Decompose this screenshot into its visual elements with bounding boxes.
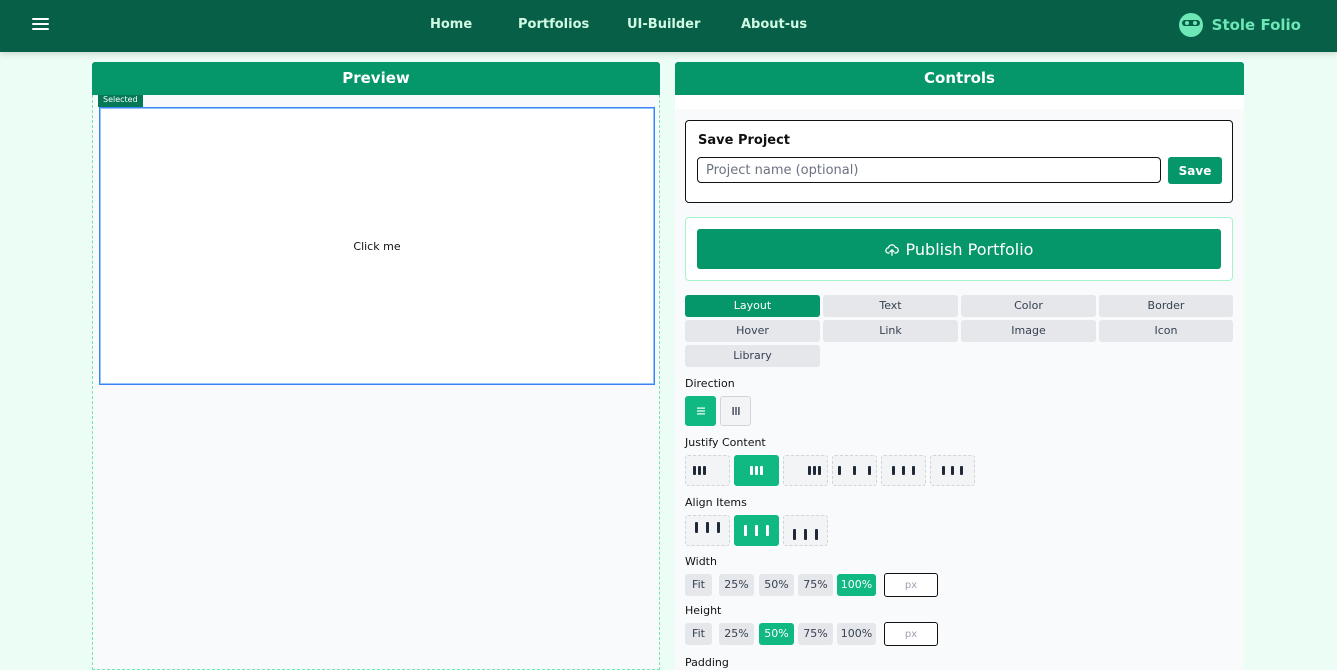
- height-25-button[interactable]: 25%: [719, 623, 754, 645]
- direction-column-icon: [732, 407, 739, 415]
- width-25-button[interactable]: 25%: [719, 574, 754, 596]
- width-75-button[interactable]: 75%: [798, 574, 833, 596]
- direction-label: Direction: [685, 377, 735, 390]
- tab-color[interactable]: Color: [961, 295, 1096, 317]
- align-end-icon: [793, 529, 818, 540]
- publish-card: Publish Portfolio: [685, 217, 1233, 281]
- height-px-input[interactable]: [884, 622, 938, 646]
- nav-link-ui-builder[interactable]: UI-Builder: [627, 17, 700, 32]
- nav-link-about-us[interactable]: About-us: [741, 17, 807, 32]
- align-start-icon: [695, 522, 720, 533]
- controls-title: Controls: [675, 62, 1244, 95]
- justify-start-icon: [693, 466, 706, 475]
- tab-icon[interactable]: Icon: [1099, 320, 1233, 342]
- width-px-input[interactable]: [884, 573, 938, 597]
- selected-element[interactable]: Click me: [99, 107, 655, 385]
- justify-between-button[interactable]: [832, 455, 877, 486]
- nav-link-portfolios[interactable]: Portfolios: [518, 17, 589, 32]
- height-fit-button[interactable]: Fit: [685, 623, 712, 645]
- selected-element-text[interactable]: Click me: [353, 240, 400, 253]
- publish-portfolio-label: Publish Portfolio: [905, 239, 1034, 259]
- preview-panel: Preview Selected Click me: [92, 62, 660, 670]
- height-50-button[interactable]: 50%: [759, 623, 794, 645]
- align-end-button[interactable]: [783, 515, 828, 546]
- tab-library[interactable]: Library: [685, 345, 820, 367]
- align-center-button[interactable]: [734, 515, 779, 546]
- tab-border[interactable]: Border: [1099, 295, 1233, 317]
- width-100-button[interactable]: 100%: [837, 574, 876, 596]
- align-start-button[interactable]: [685, 515, 730, 546]
- width-50-button[interactable]: 50%: [759, 574, 794, 596]
- padding-label: Padding: [685, 656, 729, 669]
- justify-evenly-button[interactable]: [930, 455, 975, 486]
- justify-end-button[interactable]: [783, 455, 828, 486]
- justify-end-icon: [808, 466, 821, 475]
- tab-text[interactable]: Text: [823, 295, 958, 317]
- justify-around-icon: [892, 466, 915, 475]
- preview-canvas[interactable]: Selected Click me: [92, 95, 660, 670]
- controls-panel: Controls Save Project Save Publish Portf…: [675, 62, 1244, 670]
- cloud-upload-icon: [884, 242, 899, 256]
- brand[interactable]: Stole Folio: [1178, 13, 1301, 37]
- width-label: Width: [685, 555, 717, 568]
- tab-link[interactable]: Link: [823, 320, 958, 342]
- height-100-button[interactable]: 100%: [837, 623, 876, 645]
- tab-hover[interactable]: Hover: [685, 320, 820, 342]
- justify-start-button[interactable]: [685, 455, 730, 486]
- save-project-title: Save Project: [698, 133, 791, 148]
- direction-row-icon: [696, 407, 705, 415]
- brand-logo-icon: [1178, 13, 1203, 37]
- width-fit-button[interactable]: Fit: [685, 574, 712, 596]
- save-project-card: Save Project Save: [685, 120, 1233, 203]
- justify-evenly-icon: [942, 466, 963, 475]
- menu-icon[interactable]: [32, 17, 49, 31]
- publish-portfolio-button[interactable]: Publish Portfolio: [697, 229, 1221, 269]
- align-center-icon: [744, 525, 769, 536]
- direction-column-button[interactable]: [720, 396, 751, 426]
- save-button[interactable]: Save: [1168, 157, 1222, 184]
- height-75-button[interactable]: 75%: [798, 623, 833, 645]
- selected-tag: Selected: [98, 95, 143, 107]
- justify-center-icon: [750, 466, 763, 475]
- justify-around-button[interactable]: [881, 455, 926, 486]
- justify-between-icon: [838, 466, 871, 475]
- justify-content-label: Justify Content: [685, 436, 766, 449]
- direction-row-button[interactable]: [685, 396, 716, 426]
- nav-link-home[interactable]: Home: [430, 17, 472, 32]
- align-items-label: Align Items: [685, 496, 747, 509]
- justify-center-button[interactable]: [734, 455, 779, 486]
- height-label: Height: [685, 604, 722, 617]
- tab-layout[interactable]: Layout: [685, 295, 820, 317]
- top-navbar: Home Portfolios UI-Builder About-us Stol…: [0, 0, 1337, 52]
- tab-image[interactable]: Image: [961, 320, 1096, 342]
- project-name-input[interactable]: [697, 157, 1161, 183]
- brand-name: Stole Folio: [1211, 16, 1301, 34]
- controls-gap: [675, 95, 1244, 109]
- preview-title: Preview: [92, 62, 660, 95]
